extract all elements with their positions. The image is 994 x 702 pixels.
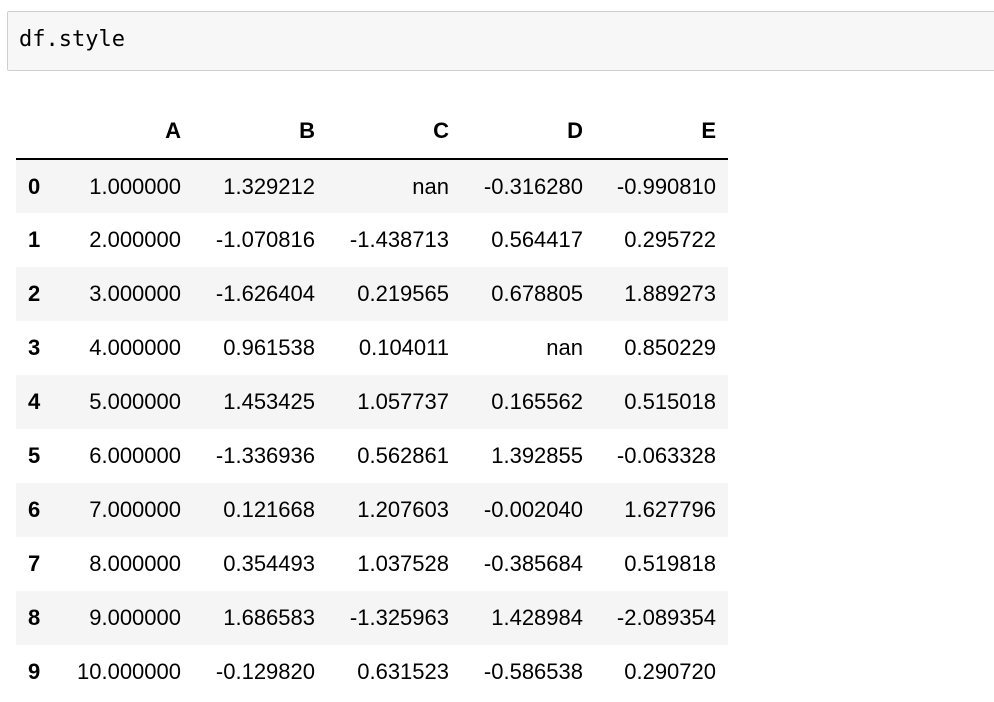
table-cell: 2.000000 xyxy=(89,227,181,252)
table-row: 3 4.000000 0.961538 0.104011 nan 0.850229 xyxy=(16,321,728,375)
row-index-label: 3 xyxy=(28,335,41,360)
table-cell: -0.129820 xyxy=(215,659,315,684)
table-cell: 7.000000 xyxy=(89,497,181,522)
table-cell: -1.325963 xyxy=(349,605,449,630)
table-row: 9 10.000000 -0.129820 0.631523 -0.586538 0.29… xyxy=(16,645,728,699)
table-cell: 0.121668 xyxy=(223,497,315,522)
table-cell: 1.207603 xyxy=(357,497,449,522)
table-row: 2 3.000000 -1.626404 0.219565 0.678805 1.8892… xyxy=(16,267,728,321)
column-header: D xyxy=(461,104,595,160)
table-cell: 1.428984 xyxy=(491,605,583,630)
table-cell: 5.000000 xyxy=(89,389,181,414)
table-cell: -2.089354 xyxy=(616,605,716,630)
table-cell: 1.057737 xyxy=(357,389,449,414)
row-index-label: 0 xyxy=(28,173,41,199)
row-index-label: 1 xyxy=(28,227,41,252)
dataframe-table: A B C D E 0 1.000000 1.329212 nan -0.316280 -… xyxy=(16,104,728,699)
row-index-label: 2 xyxy=(28,281,41,306)
table-cell: -0.063328 xyxy=(616,443,716,468)
table-cell: 0.850229 xyxy=(624,335,716,360)
table-cell: 0.104011 xyxy=(358,335,449,360)
table-row: 6 7.000000 0.121668 1.207603 -0.002040 1.6277… xyxy=(16,483,728,537)
table-cell: 0.290720 xyxy=(624,659,716,684)
table-cell: 0.631523 xyxy=(357,659,449,684)
table-row: 5 6.000000 -1.336936 0.562861 1.392855 -0.063… xyxy=(16,429,728,483)
table-body: 0 1.000000 1.329212 nan -0.316280 -0.990810 1 2… xyxy=(16,159,728,699)
row-index-label: 6 xyxy=(28,497,41,522)
table-cell: -0.316280 xyxy=(483,173,583,199)
table-cell: 1.627796 xyxy=(624,497,716,522)
table-cell: 4.000000 xyxy=(89,335,181,360)
table-cell: 8.000000 xyxy=(89,551,181,576)
table-header-row: A B C D E xyxy=(16,104,728,160)
table-row: 0 1.000000 1.329212 nan -0.316280 -0.990810 xyxy=(16,159,728,213)
column-header: C xyxy=(327,104,461,160)
column-header: B xyxy=(193,104,327,160)
row-index-label: 7 xyxy=(28,551,41,576)
table-cell: 0.219565 xyxy=(357,281,449,306)
row-index-label: 8 xyxy=(28,605,41,630)
table-cell: -1.336936 xyxy=(215,443,315,468)
code-cell-source: df.style xyxy=(19,27,125,52)
table-cell: 0.519818 xyxy=(624,551,716,576)
table-cell: -0.990810 xyxy=(616,173,716,199)
row-index-label: 5 xyxy=(28,443,41,468)
table-cell: -0.002040 xyxy=(483,497,583,522)
table-cell: -1.626404 xyxy=(215,281,315,306)
table-cell: 1.000000 xyxy=(89,173,181,199)
column-header: E xyxy=(595,104,728,160)
table-cell: -1.070816 xyxy=(215,227,315,252)
table-cell: nan xyxy=(412,173,449,199)
table-cell: -1.438713 xyxy=(349,227,449,252)
table-cell: 6.000000 xyxy=(89,443,181,468)
table-cell: 1.686583 xyxy=(223,605,315,630)
table-cell: 0.678805 xyxy=(491,281,583,306)
table-cell: 1.392855 xyxy=(491,443,583,468)
table-row: 7 8.000000 0.354493 1.037528 -0.385684 0.5198… xyxy=(16,537,728,591)
table-cell: 0.354493 xyxy=(223,551,315,576)
table-cell: 0.515018 xyxy=(624,389,716,414)
table-cell: 0.564417 xyxy=(491,227,583,252)
table-cell: 1.889273 xyxy=(624,281,716,306)
table-row: 8 9.000000 1.686583 -1.325963 1.428984 -2.089… xyxy=(16,591,728,645)
table-row: 4 5.000000 1.453425 1.057737 0.165562 0.51501… xyxy=(16,375,728,429)
table-cell: 0.562861 xyxy=(357,443,449,468)
table-cell: 9.000000 xyxy=(89,605,181,630)
row-index-label: 9 xyxy=(28,659,41,684)
column-header: A xyxy=(62,104,193,160)
table-cell: 0.165562 xyxy=(491,389,583,414)
table-cell: 0.295722 xyxy=(624,227,716,252)
table-cell: -0.586538 xyxy=(483,659,583,684)
table-row: 1 2.000000 -1.070816 -1.438713 0.564417 0.295… xyxy=(16,213,728,267)
code-cell-input[interactable]: df.style xyxy=(7,11,994,71)
cell-output-area: A B C D E 0 1.000000 1.329212 nan -0.316280 -… xyxy=(16,104,728,699)
table-cell: 1.037528 xyxy=(357,551,449,576)
row-index-label: 4 xyxy=(28,389,41,414)
table-cell: 1.329212 xyxy=(223,173,315,199)
table-cell: 1.453425 xyxy=(223,389,315,414)
table-cell: nan xyxy=(546,335,583,360)
table-cell: 10.000000 xyxy=(77,659,181,684)
index-header xyxy=(16,104,62,160)
table-cell: 3.000000 xyxy=(89,281,181,306)
table-cell: 0.961538 xyxy=(223,335,315,360)
table-cell: -0.385684 xyxy=(483,551,583,576)
